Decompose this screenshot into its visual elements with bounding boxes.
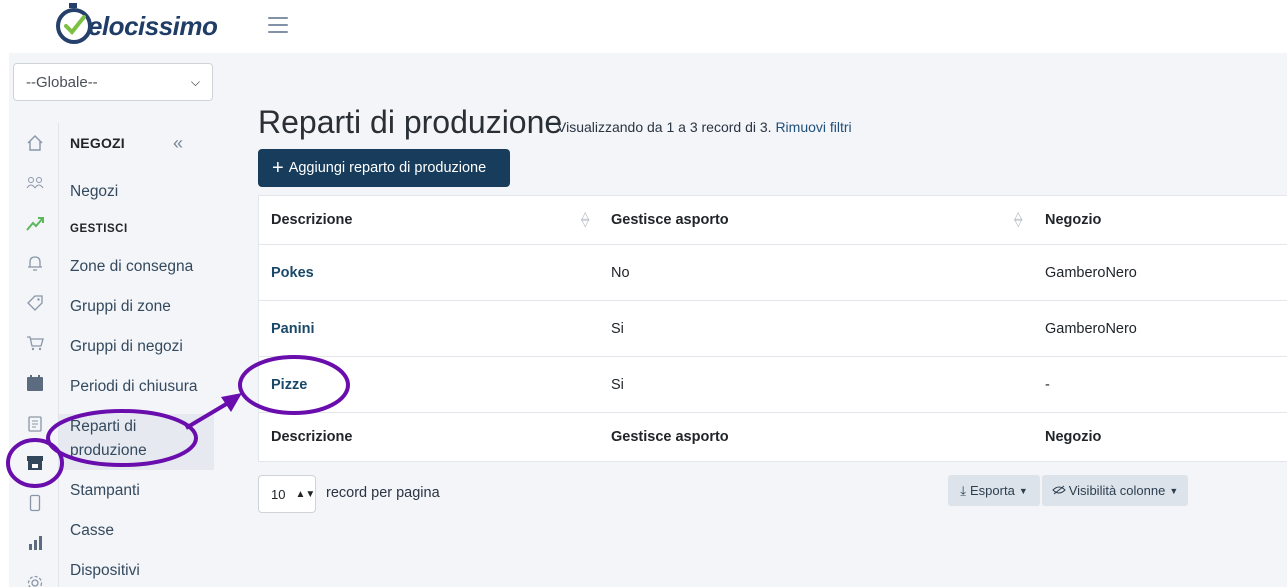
top-bar: elocissimo: [0, 0, 1287, 53]
per-page-select[interactable]: 10 ▲▼: [258, 475, 316, 513]
submenu-item-periodi-chiusura[interactable]: Periodi di chiusura: [70, 375, 198, 399]
row-descrizione-link[interactable]: Panini: [271, 321, 315, 337]
gear-icon[interactable]: [24, 572, 46, 587]
caret-down-icon: ▼: [1018, 485, 1028, 496]
sort-icon[interactable]: △ ▽: [1014, 211, 1022, 229]
column-visibility-label: Visibilità colonne: [1068, 483, 1166, 498]
add-department-label: Aggiungi reparto di produzione: [288, 160, 487, 176]
footer-descrizione: Descrizione: [271, 429, 353, 445]
collapse-icon[interactable]: «: [173, 133, 183, 154]
footer-negozio: Negozio: [1045, 429, 1102, 445]
row-asporto: Si: [611, 377, 624, 393]
tag-icon[interactable]: [24, 292, 46, 314]
submenu: NEGOZI « Negozi GESTISCI Zone di consegn…: [58, 123, 214, 587]
table-row: Panini Si GamberoNero: [259, 301, 1287, 357]
export-label: Esporta: [970, 483, 1015, 498]
table-header-row: Descrizione △ ▽ Gestisce asporto △ ▽ Negoz…: [259, 196, 1287, 245]
download-icon: ⤓: [960, 482, 966, 498]
row-negozio: GamberoNero: [1045, 321, 1137, 337]
bell-icon[interactable]: [24, 252, 46, 274]
icon-rail: [13, 123, 58, 587]
submenu-header: NEGOZI: [70, 135, 125, 151]
submenu-item-stampanti[interactable]: Stampanti: [70, 479, 140, 503]
row-asporto: No: [611, 265, 630, 281]
sort-icon[interactable]: △ ▽: [581, 211, 589, 229]
column-header-descrizione[interactable]: Descrizione: [271, 212, 352, 228]
column-header-negozio[interactable]: Negozio: [1045, 212, 1101, 228]
logo-text: elocissimo: [88, 10, 218, 41]
store-icon[interactable]: [24, 452, 46, 474]
submenu-section-gestisci: GESTISCI: [70, 223, 128, 235]
updown-icon: ▲▼: [295, 488, 316, 500]
table-row: Pizze Si -: [259, 357, 1287, 413]
submenu-item-gruppi-negozi[interactable]: Gruppi di negozi: [70, 335, 183, 359]
record-count-text: Visualizzando da 1 a 3 record di 3.: [557, 119, 772, 135]
row-negozio: -: [1045, 377, 1050, 393]
brand-logo[interactable]: elocissimo: [56, 3, 218, 46]
row-descrizione-link[interactable]: Pokes: [271, 265, 314, 281]
menu-toggle-icon[interactable]: [268, 17, 288, 33]
table-footer-row: Descrizione Gestisce asporto Negozio: [259, 413, 1287, 462]
store-selector[interactable]: --Globale-- ⌵: [13, 63, 213, 101]
column-visibility-button[interactable]: Visibilità colonne ▼: [1042, 475, 1188, 506]
table-row: Pokes No GamberoNero: [259, 245, 1287, 301]
page-subtitle: Visualizzando da 1 a 3 record di 3. Rimu…: [557, 119, 852, 135]
cart-icon[interactable]: [24, 332, 46, 354]
plus-icon: +: [272, 157, 284, 179]
logo-stopwatch-icon: [56, 3, 92, 44]
trend-icon[interactable]: [24, 212, 46, 234]
add-department-button[interactable]: + Aggiungi reparto di produzione: [258, 149, 510, 187]
eye-slash-icon: [1052, 483, 1066, 498]
export-button[interactable]: ⤓ Esporta ▼: [948, 475, 1040, 506]
departments-table: Descrizione △ ▽ Gestisce asporto △ ▽ Negoz…: [258, 195, 1287, 462]
footer-asporto: Gestisce asporto: [611, 429, 729, 445]
submenu-item-reparti-produzione[interactable]: Reparti di produzione: [70, 415, 180, 463]
submenu-item-gruppi-zone[interactable]: Gruppi di zone: [70, 295, 171, 319]
calendar-icon[interactable]: [24, 372, 46, 394]
clear-filters-link[interactable]: Rimuovi filtri: [775, 119, 851, 135]
submenu-item-negozi[interactable]: Negozi: [70, 180, 118, 204]
mobile-icon[interactable]: [24, 492, 46, 514]
users-icon[interactable]: [24, 172, 46, 194]
per-page-label: record per pagina: [326, 485, 440, 501]
caret-down-icon: ▼: [1169, 485, 1179, 496]
column-header-asporto[interactable]: Gestisce asporto: [611, 212, 729, 228]
per-page-value: 10: [271, 486, 286, 502]
bar-chart-icon[interactable]: [24, 532, 46, 554]
clipboard-icon[interactable]: [24, 412, 46, 434]
chevron-down-icon: ⌵: [190, 74, 200, 89]
store-selector-value: --Globale--: [26, 73, 98, 91]
submenu-item-dispositivi[interactable]: Dispositivi: [70, 559, 140, 583]
page-title: Reparti di produzione: [258, 104, 563, 140]
submenu-item-zone-consegna[interactable]: Zone di consegna: [70, 255, 193, 279]
row-negozio: GamberoNero: [1045, 265, 1137, 281]
submenu-item-casse[interactable]: Casse: [70, 519, 114, 543]
row-asporto: Si: [611, 321, 624, 337]
row-descrizione-link[interactable]: Pizze: [271, 377, 307, 393]
home-icon[interactable]: [24, 132, 46, 154]
